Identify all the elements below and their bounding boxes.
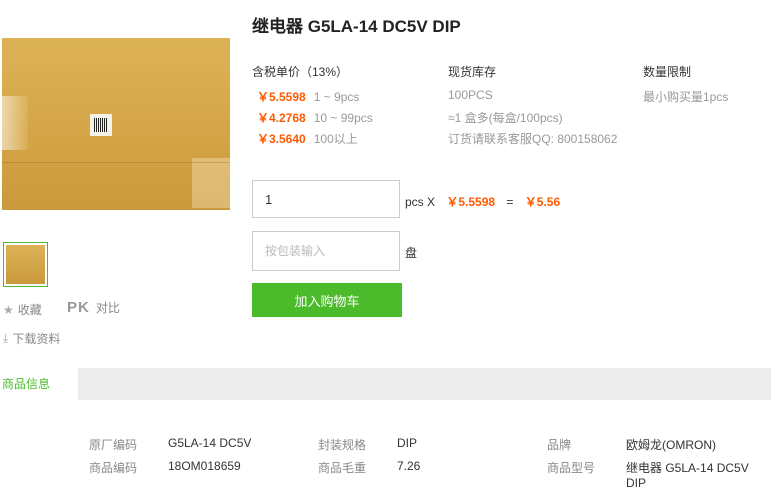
price-tier-1: ￥5.5598 1 ~ 9pcs — [257, 88, 359, 105]
package-input[interactable] — [252, 231, 400, 271]
product-main-image — [2, 38, 230, 210]
stock-amount: 100PCS — [448, 88, 493, 102]
tab-bar — [0, 368, 771, 400]
compare-link[interactable]: PK 对比 — [67, 299, 120, 316]
package-unit: 盘 — [405, 246, 418, 260]
spec-value: DIP — [397, 436, 418, 450]
stock-contact: 订货请联系客服QQ: 800158062 — [448, 132, 618, 146]
favorite-label: 收藏 — [17, 303, 42, 317]
price-tier-value: ￥4.2768 — [257, 111, 306, 125]
download-label: 下载资料 — [12, 332, 61, 346]
product-thumbnail[interactable] — [3, 242, 48, 287]
spec-key: 商品编码 — [89, 461, 138, 475]
quantity-input[interactable] — [252, 180, 400, 218]
star-icon: ★ — [3, 302, 14, 317]
price-tier-qty: 10 ~ 99pcs — [313, 111, 373, 125]
spec-value: 18OM018659 — [168, 459, 241, 473]
spec-value: G5LA-14 DC5V — [168, 436, 252, 450]
spec-value: 欧姆龙(OMRON) — [626, 438, 716, 452]
order-unit-price: ￥5.5598 — [446, 195, 496, 209]
product-title: 继电器 G5LA-14 DC5V DIP — [252, 17, 461, 36]
download-link[interactable]: ⤓ 下载资料 — [3, 330, 60, 347]
spec-key: 封装规格 — [318, 438, 367, 452]
spec-value: 7.26 — [397, 459, 421, 473]
price-tier-3: ￥3.5640 100以上 — [257, 130, 358, 147]
limit-min: 最小购买量1pcs — [643, 90, 729, 104]
limit-header: 数量限制 — [643, 65, 692, 79]
barcode-label — [90, 114, 112, 136]
stock-header: 现货库存 — [448, 65, 497, 79]
order-total: ￥5.56 — [524, 195, 561, 209]
order-line: pcs X ￥5.5598 = ￥5.56 — [405, 193, 560, 210]
spec-key: 原厂编码 — [89, 438, 138, 452]
price-tier-value: ￥3.5640 — [257, 132, 306, 146]
price-tier-2: ￥4.2768 10 ~ 99pcs — [257, 109, 373, 126]
stock-pack: ≈1 盒多(每盒/100pcs) — [448, 111, 563, 125]
price-tier-value: ￥5.5598 — [257, 90, 306, 104]
unit-x: pcs X — [405, 195, 436, 209]
compare-label: 对比 — [95, 301, 120, 315]
price-tier-qty: 100以上 — [313, 132, 358, 146]
add-to-cart-button[interactable]: 加入购物车 — [252, 283, 402, 317]
tab-product-info[interactable]: 商品信息 — [0, 368, 78, 400]
spec-key: 品牌 — [547, 438, 572, 452]
price-tier-qty: 1 ~ 9pcs — [313, 90, 360, 104]
equals-sign: = — [506, 195, 514, 209]
price-header: 含税单价（13%） — [252, 65, 349, 79]
pk-icon: PK — [67, 299, 90, 316]
download-icon: ⤓ — [3, 331, 9, 345]
spec-key: 商品毛重 — [318, 461, 367, 475]
spec-key: 商品型号 — [547, 461, 596, 475]
spec-value: 继电器 G5LA-14 DC5V DIP — [626, 461, 749, 490]
favorite-link[interactable]: ★ 收藏 — [3, 301, 42, 318]
